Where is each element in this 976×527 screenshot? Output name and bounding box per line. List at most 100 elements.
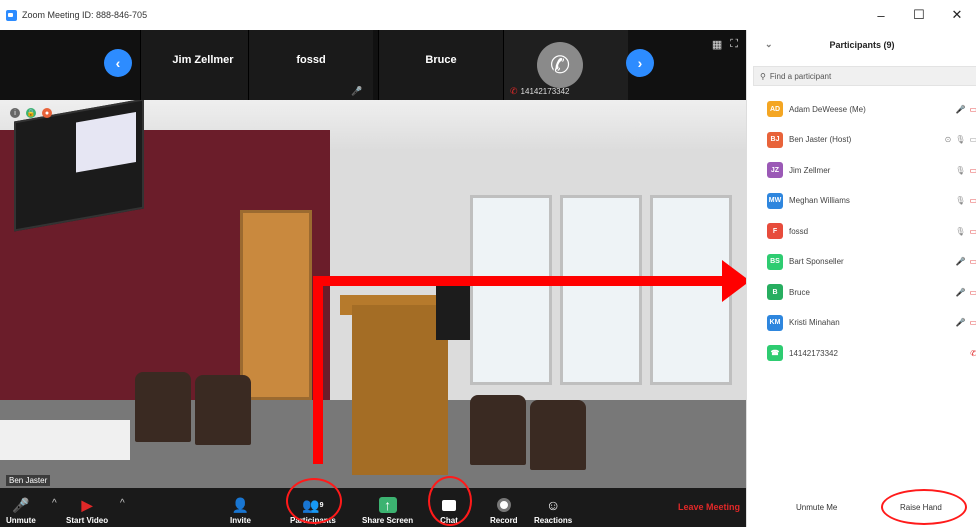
mic-on-icon: 🎙 <box>955 135 966 145</box>
participant-search-input[interactable]: ⚲ Find a participant <box>753 66 976 86</box>
participant-name: fossd <box>789 226 809 236</box>
room-chair <box>470 395 526 465</box>
title-bar: Zoom Meeting ID: 888-846-705 – ☐ ✕ <box>0 0 976 30</box>
participant-row[interactable]: MW Meghan Williams 🎙 ▭ <box>747 186 976 217</box>
zoom-window: Zoom Meeting ID: 888-846-705 – ☐ ✕ ‹ Jim… <box>0 0 976 527</box>
gallery-view-icon[interactable]: ▦ <box>712 38 722 51</box>
start-video-button[interactable]: ▶ Start Video <box>66 488 108 527</box>
annotation-arrow-head <box>722 260 746 302</box>
active-speaker-label: Ben Jaster <box>6 475 51 486</box>
invite-button[interactable]: 👤 Invite <box>230 488 251 527</box>
record-button[interactable]: Record <box>490 488 518 527</box>
avatar: BS <box>767 253 783 270</box>
video-off-icon: ▭ <box>969 257 976 267</box>
participant-row[interactable]: JZ Jim Zellmer 🎙 ▭ <box>747 155 976 186</box>
unmute-me-button[interactable]: Unmute Me <box>787 498 847 516</box>
phone-muted-icon: ✆ <box>510 86 518 96</box>
participant-row[interactable]: B Bruce 🎤 ▭ <box>747 277 976 308</box>
video-off-icon: ▭ <box>969 318 976 328</box>
video-off-icon: ▭ <box>969 196 976 206</box>
video-off-icon: ▭ <box>969 104 976 114</box>
participant-row[interactable]: BJ Ben Jaster (Host) ⊙ 🎙 ▭ <box>747 125 976 156</box>
start-video-label: Start Video <box>66 516 109 525</box>
avatar: MW <box>767 192 783 209</box>
participant-status-icons: ⊙ 🎙 ▭ <box>945 135 976 144</box>
room-chair <box>530 400 586 470</box>
participant-row[interactable]: BS Bart Sponseller 🎤 ▭ <box>747 247 976 278</box>
window-controls: – ☐ ✕ <box>862 0 976 30</box>
participant-name: Bart Sponseller <box>789 257 844 267</box>
collapse-chevron-icon[interactable]: ⌄ <box>765 39 773 50</box>
participant-list: AD Adam DeWeese (Me) 🎤 ▭ BJ Ben Jaster (… <box>747 94 976 369</box>
tile-name: Bruce <box>425 54 457 66</box>
zoom-app-icon <box>6 9 17 21</box>
record-label: Record <box>490 516 518 525</box>
video-tile-bruce[interactable]: Bruce <box>378 30 503 100</box>
participant-status-icons: 🎤 ▭ <box>955 105 976 114</box>
mic-on-icon: 🎙 <box>955 226 966 236</box>
participant-status-icons: 🎙 ▭ <box>955 166 976 175</box>
leave-meeting-button[interactable]: Leave Meeting <box>678 502 740 512</box>
participants-panel-title: Participants (9) <box>829 40 895 50</box>
room-table <box>0 420 130 460</box>
participant-status-icons: 🎤 ▭ <box>955 318 976 327</box>
avatar: AD <box>767 101 783 118</box>
room-chair <box>195 375 251 445</box>
share-screen-icon: ↑ <box>378 497 397 513</box>
invite-label: Invite <box>230 516 251 525</box>
participant-row[interactable]: ☎ 14142173342 ✆ <box>747 338 976 369</box>
video-off-icon: ▭ <box>969 165 976 175</box>
participant-status-icons: 🎤 ▭ <box>955 288 976 297</box>
participant-name: Kristi Minahan <box>789 318 840 328</box>
video-off-icon: ▭ <box>969 287 976 297</box>
strip-prev-button[interactable]: ‹ <box>104 49 132 77</box>
phone-avatar-icon: ✆ <box>537 42 583 88</box>
minimize-button[interactable]: – <box>862 0 900 30</box>
active-speaker-video: i 🔒 ● Ben Jaster <box>0 100 746 488</box>
participant-status-icons: ✆ <box>970 349 976 358</box>
recording-indicator-icon: ● <box>42 108 52 118</box>
participant-name: Meghan Williams <box>789 196 850 206</box>
participants-panel: ⌄ Participants (9) ⚲ Find a participant … <box>746 30 976 527</box>
audio-options-chevron-icon[interactable]: ^ <box>52 498 57 509</box>
annotation-circle-participants <box>286 478 342 524</box>
record-icon <box>495 497 513 513</box>
mic-muted-icon: 🎤 <box>12 496 30 513</box>
avatar: BJ <box>767 131 783 148</box>
participant-name: Adam DeWeese (Me) <box>789 104 866 114</box>
info-icon[interactable]: i <box>10 108 20 118</box>
encryption-lock-icon[interactable]: 🔒 <box>26 108 36 118</box>
participant-status-icons: 🎤 ▭ <box>955 257 976 266</box>
room-door <box>240 210 312 400</box>
annotation-arrow-shaft-horizontal <box>313 276 725 286</box>
participant-row[interactable]: AD Adam DeWeese (Me) 🎤 ▭ <box>747 94 976 125</box>
video-thumbnail-strip: ‹ Jim Zellmer fossd 🎤 Bruce ✆ 1414217334… <box>0 30 746 100</box>
video-tile-fossd[interactable]: fossd 🎤 <box>248 30 373 100</box>
mic-muted-icon: 🎤 <box>955 287 966 297</box>
avatar: F <box>767 223 783 240</box>
annotation-arrow-shaft-vertical <box>313 276 323 464</box>
annotation-circle-raise-hand <box>881 489 967 525</box>
add-person-icon: 👤 <box>231 496 250 513</box>
unmute-button[interactable]: 🎤 Unmute <box>6 488 36 527</box>
avatar: KM <box>767 314 783 331</box>
participant-row[interactable]: KM Kristi Minahan 🎤 ▭ <box>747 308 976 339</box>
tile-name: fossd <box>296 54 326 66</box>
maximize-button[interactable]: ☐ <box>900 0 938 30</box>
phone-avatar-icon: ☎ <box>767 345 783 362</box>
participant-row[interactable]: F fossd 🎙 ▭ <box>747 216 976 247</box>
close-button[interactable]: ✕ <box>938 0 976 30</box>
strip-next-button[interactable]: › <box>626 49 654 77</box>
video-tile-jim-zellmer[interactable]: Jim Zellmer <box>140 30 265 100</box>
fullscreen-icon[interactable]: ⛶ <box>730 38 738 51</box>
mic-muted-icon: 🎤 <box>955 104 966 114</box>
share-screen-button[interactable]: ↑ Share Screen <box>362 488 413 527</box>
room-window <box>470 195 552 385</box>
mic-on-icon: 🎙 <box>955 165 966 175</box>
tile-name: Jim Zellmer <box>172 54 234 66</box>
participant-status-icons: 🎙 ▭ <box>955 196 976 205</box>
reactions-button[interactable]: ☺ Reactions <box>534 488 572 527</box>
window-title: Zoom Meeting ID: 888-846-705 <box>22 10 148 20</box>
video-options-chevron-icon[interactable]: ^ <box>120 498 125 509</box>
participant-name: Bruce <box>789 287 810 297</box>
